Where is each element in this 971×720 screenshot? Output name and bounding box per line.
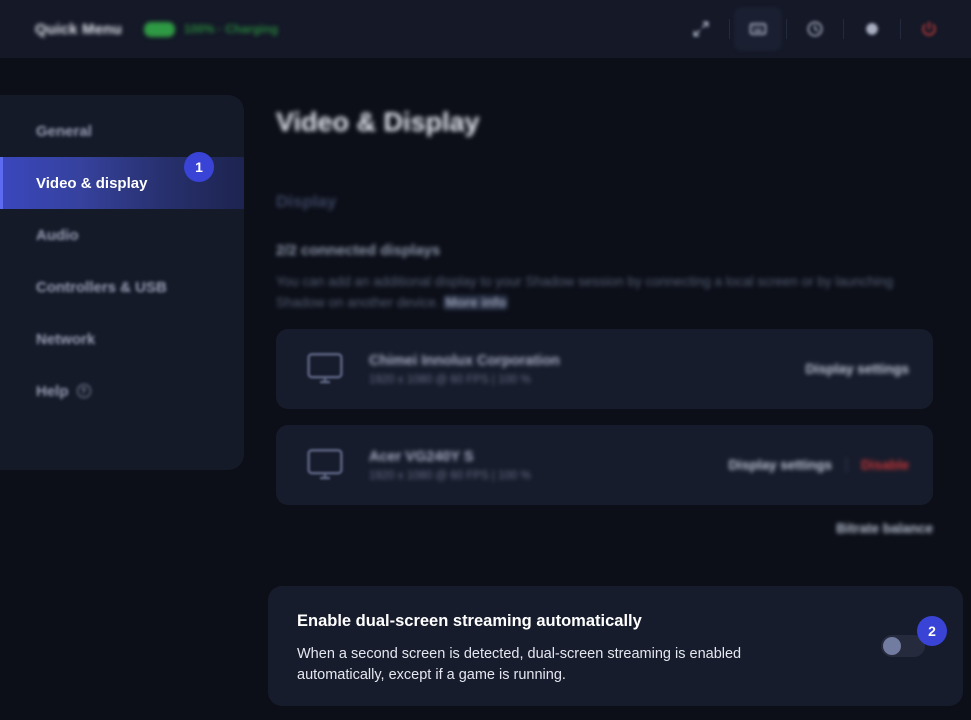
dual-screen-description: When a second screen is detected, dual-s… (297, 644, 767, 686)
bitrate-row: Bitrate balance (276, 521, 933, 536)
sidebar-item-network[interactable]: Network (0, 313, 244, 365)
keyboard-icon[interactable] (734, 7, 782, 51)
sidebar-item-label: Controllers & USB (36, 278, 167, 296)
display-card-actions: Display settings (805, 362, 909, 377)
quick-menu-title: Quick Menu (35, 20, 123, 38)
action-divider (845, 457, 847, 473)
topbar-actions (677, 7, 953, 51)
battery-status: 100% · Charging (144, 21, 279, 37)
display-details: 1920 x 1080 @ 60 FPS | 100 % (369, 373, 531, 386)
more-info-link[interactable]: More info (443, 295, 509, 310)
display-card[interactable]: Acer VG240Y S 1920 x 1080 @ 60 FPS | 100… (276, 425, 933, 505)
sidebar-item-label: Network (36, 330, 96, 348)
top-bar: Quick Menu 100% · Charging (0, 0, 971, 58)
refresh-icon[interactable] (791, 7, 839, 51)
sidebar-item-audio[interactable]: Audio (0, 209, 244, 261)
annotation-badge-1: 1 (184, 152, 214, 182)
sidebar-item-label: General (36, 122, 92, 140)
battery-icon (144, 21, 176, 37)
connected-desc-line-1: You can add an additional display to you… (276, 274, 832, 289)
monitor-icon (303, 447, 347, 483)
page-title: Video & Display (276, 107, 480, 137)
display-name: Chimei Innolux Corporation (369, 352, 560, 369)
sidebar-item-general[interactable]: General (0, 105, 244, 157)
section-label-display: Display (276, 192, 337, 211)
disable-display-button[interactable]: Disable (861, 458, 909, 473)
sidebar-item-controllers-usb[interactable]: Controllers & USB (0, 261, 244, 313)
dual-screen-desc-line-2: automatically, except if a game is runni… (297, 667, 566, 683)
settings-icon[interactable] (848, 7, 896, 51)
help-circle-icon: ? (76, 384, 91, 398)
topbar-divider (729, 19, 730, 39)
sidebar-item-label: Video & display (36, 174, 148, 192)
topbar-divider (900, 19, 901, 39)
display-settings-button[interactable]: Display settings (805, 362, 909, 377)
sidebar-item-label: Help (36, 382, 69, 400)
display-name: Acer VG240Y S (369, 448, 474, 465)
display-details: 1920 x 1080 @ 60 FPS | 100 % (369, 469, 531, 482)
fullscreen-icon[interactable] (677, 7, 725, 51)
connected-displays-title: 2/2 connected displays (276, 242, 441, 259)
sidebar-item-label: Audio (36, 226, 79, 244)
dual-screen-desc-line-1: When a second screen is detected, dual-s… (297, 646, 742, 662)
bitrate-balance-button[interactable]: Bitrate balance (836, 521, 933, 536)
display-card-actions: Display settings Disable (728, 457, 909, 473)
quick-menu-window: Quick Menu 100% · Charging General Video… (0, 0, 971, 720)
topbar-divider (786, 19, 787, 39)
toggle-knob[interactable] (883, 637, 901, 655)
monitor-icon (303, 351, 347, 387)
display-card-text: Chimei Innolux Corporation 1920 x 1080 @… (369, 353, 560, 386)
connected-displays-description: You can add an additional display to you… (276, 271, 904, 313)
display-settings-button[interactable]: Display settings (728, 458, 832, 473)
annotation-badge-2: 2 (917, 616, 947, 646)
battery-label: 100% · Charging (184, 22, 279, 36)
topbar-divider (843, 19, 844, 39)
sidebar: General Video & display Audio Controller… (0, 95, 244, 470)
display-card[interactable]: Chimei Innolux Corporation 1920 x 1080 @… (276, 329, 933, 409)
power-icon[interactable] (905, 7, 953, 51)
display-card-text: Acer VG240Y S 1920 x 1080 @ 60 FPS | 100… (369, 449, 531, 482)
dual-screen-setting-card: Enable dual-screen streaming automatical… (268, 586, 963, 706)
sidebar-item-help[interactable]: Help ? (0, 365, 244, 417)
dual-screen-title: Enable dual-screen streaming automatical… (297, 612, 642, 630)
